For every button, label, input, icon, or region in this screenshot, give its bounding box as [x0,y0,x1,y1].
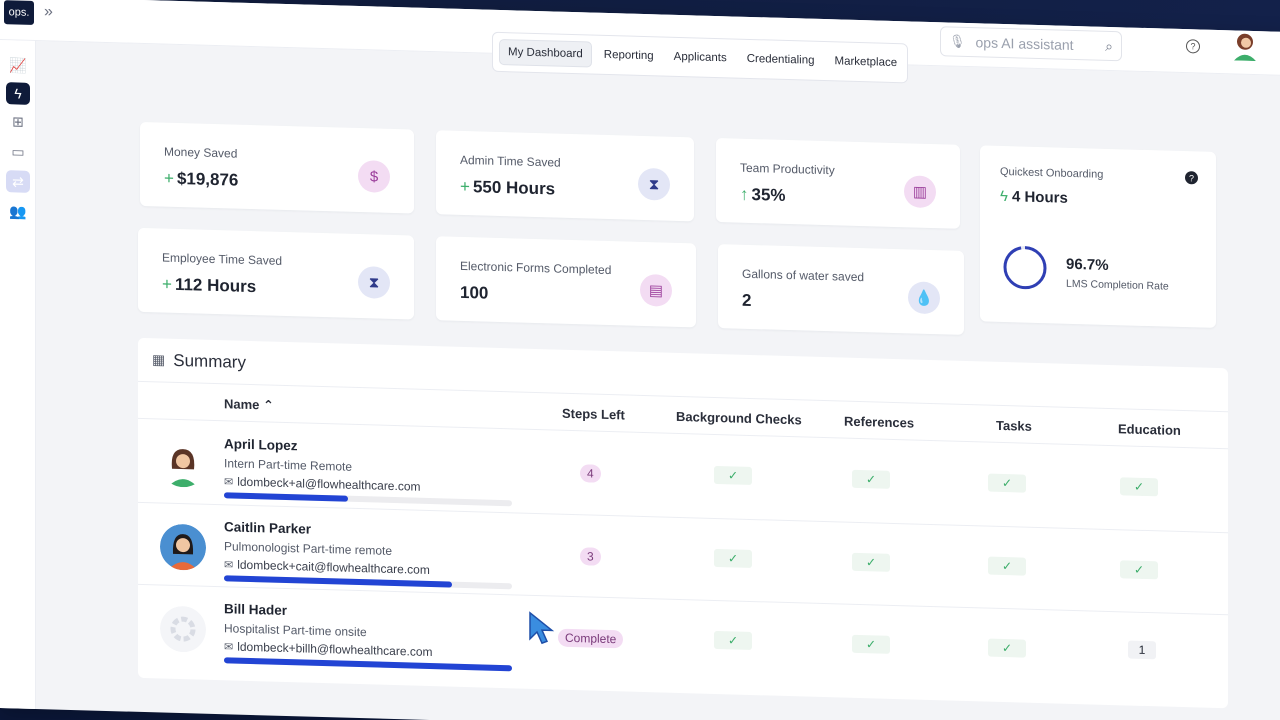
person-email[interactable]: ✉ ldombeck+billh@flowhealthcare.com [224,639,433,659]
person-name[interactable]: Bill Hader [224,601,287,618]
lms-progress-ring [1003,246,1047,290]
sort-ascending-icon: ⌃ [263,397,274,413]
person-role: Hospitalist Part-time onsite [224,621,367,640]
tasks-check-icon: ✓ [988,638,1026,658]
education-check-icon: ✓ [1120,477,1158,497]
bolt-icon[interactable]: ϟ [6,82,30,105]
mouse-cursor-icon [529,611,555,645]
employee-time-card: Employee Time Saved +112 Hours ⧗ [138,227,414,320]
water-saved-card: Gallons of water saved 2 💧 [718,244,964,335]
steps-left-badge: 3 [580,547,601,566]
progress-bar [224,657,512,672]
person-email[interactable]: ✉ ldombeck+al@flowhealthcare.com [224,474,421,494]
card-label: Gallons of water saved [742,266,865,285]
person-name[interactable]: Caitlin Parker [224,519,311,536]
card-value: + $19,876 [164,168,239,190]
education-check-icon: ✓ [1120,560,1158,580]
person-role: Pulmonologist Part-time remote [224,539,393,558]
column-steps-left[interactable]: Steps Left [562,406,625,423]
building-icon: ▦ [152,351,166,368]
handshake-icon[interactable]: ⇄ [6,170,30,193]
bar-chart-icon: ▥ [904,175,936,209]
envelope-icon: ✉ [224,476,234,489]
envelope-icon: ✉ [224,641,234,654]
card-label: Money Saved [164,144,238,161]
summary-title: Summary [173,350,246,372]
card-value: ϟ4 Hours [1000,187,1068,207]
expand-sidebar-icon[interactable]: » [44,3,53,21]
money-bag-icon: $ [358,159,390,193]
user-avatar[interactable] [1232,30,1258,62]
team-productivity-card: Team Productivity ↑ 35% ▥ [716,137,960,229]
envelope-icon: ✉ [224,559,234,572]
summary-panel: ▦ Summary Name ⌃ Steps Left Background C… [138,337,1228,709]
bolt-icon: ϟ [1000,187,1008,206]
person-email[interactable]: ✉ ldombeck+cait@flowhealthcare.com [224,557,430,577]
ai-assistant-search[interactable]: 🎙 ops AI assistant ⌕ [940,26,1122,62]
column-education[interactable]: Education [1118,421,1181,438]
tab-marketplace[interactable]: Marketplace [827,49,906,75]
card-value: +550 Hours [460,176,556,199]
tab-credentialing[interactable]: Credentialing [739,47,823,73]
column-tasks[interactable]: Tasks [996,418,1032,434]
person-name[interactable]: April Lopez [224,436,298,453]
microphone-icon[interactable]: 🎙 [949,34,966,50]
app-window: ops. » 🎙 ops AI assistant ⌕ ? 📈 ϟ ⊞ ▭ ⇄ … [0,0,1280,720]
card-label: Electronic Forms Completed [460,258,612,278]
column-background-checks[interactable]: Background Checks [676,409,802,428]
tasks-check-icon: ✓ [988,556,1026,576]
card-value: +112 Hours [162,274,257,297]
onboarding-icon[interactable]: ▭ [6,140,30,163]
ops-logo[interactable]: ops. [4,0,34,25]
progress-bar [224,492,512,507]
org-chart-icon[interactable]: ⊞ [6,110,30,133]
steps-left-badge: 4 [580,464,601,483]
help-icon[interactable]: ? [1186,39,1200,54]
search-input[interactable]: ops AI assistant [976,34,1096,53]
avatar [160,606,206,653]
card-label: Employee Time Saved [162,250,283,268]
document-icon: ▤ [640,273,672,307]
card-label: Quickest Onboarding [1000,165,1104,181]
education-count: 1 [1128,640,1156,660]
references-check-icon: ✓ [852,469,890,489]
card-label: Team Productivity [740,160,835,178]
tasks-check-icon: ✓ [988,473,1026,493]
column-name[interactable]: Name ⌃ [224,396,274,413]
sidebar: 📈 ϟ ⊞ ▭ ⇄ 👥 [0,40,36,710]
help-icon[interactable]: ? [1185,171,1198,185]
avatar [160,440,206,488]
search-icon[interactable]: ⌕ [1105,37,1113,54]
lms-completion-label: LMS Completion Rate [1066,277,1169,293]
forms-completed-card: Electronic Forms Completed 100 ▤ [436,236,696,328]
column-references[interactable]: References [844,414,914,431]
card-value: 100 [460,282,489,303]
references-check-icon: ✓ [852,634,890,654]
summary-header: ▦ Summary [138,337,1228,413]
tab-my-dashboard[interactable]: My Dashboard [499,38,592,68]
references-check-icon: ✓ [852,552,890,572]
chart-icon[interactable]: 📈 [6,54,30,77]
card-label: Admin Time Saved [460,152,561,170]
card-value: ↑ 35% [740,184,786,205]
money-saved-card: Money Saved + $19,876 $ [140,121,414,214]
tab-applicants[interactable]: Applicants [666,45,735,71]
person-role: Intern Part-time Remote [224,456,353,474]
avatar [160,524,206,571]
team-icon[interactable]: 👥 [6,200,30,223]
hourglass-icon: ⧗ [358,265,390,299]
card-value: 2 [742,290,752,310]
water-drop-icon: 💧 [908,281,940,315]
quickest-onboarding-card: Quickest Onboarding ? ϟ4 Hours 96.7% LMS… [980,145,1216,328]
hourglass-icon: ⧗ [638,167,670,201]
background-check-icon: ✓ [714,548,752,569]
background-check-icon: ✓ [714,465,752,486]
complete-badge: Complete [558,628,624,649]
admin-time-card: Admin Time Saved +550 Hours ⧗ [436,130,694,222]
background-check-icon: ✓ [714,630,752,651]
tab-reporting[interactable]: Reporting [596,43,662,69]
lms-completion-value: 96.7% [1066,255,1109,274]
